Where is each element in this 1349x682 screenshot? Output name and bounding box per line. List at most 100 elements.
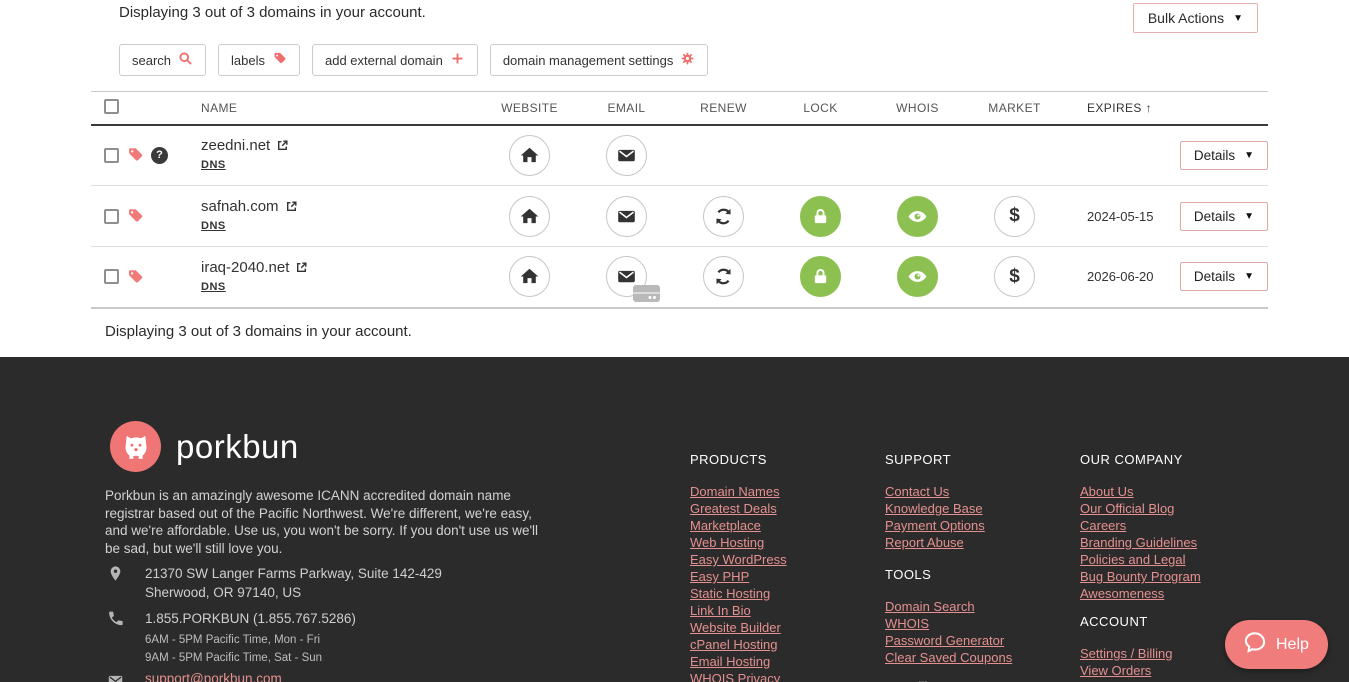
footer-link-awesomeness[interactable]: Awesomeness	[1080, 585, 1270, 602]
renew-refresh-icon[interactable]	[703, 196, 744, 237]
domain-management-page: Displaying 3 out of 3 domains in your ac…	[0, 0, 1349, 682]
column-header-email[interactable]: EMAIL	[578, 92, 675, 125]
gear-icon	[680, 51, 695, 69]
column-header-whois[interactable]: WHOIS	[869, 92, 966, 125]
label-tag-icon[interactable]	[126, 146, 144, 164]
footer-links-company: About UsOur Official BlogCareersBranding…	[1080, 483, 1270, 602]
bulk-actions-button[interactable]: Bulk Actions ▼	[1133, 3, 1258, 33]
footer-link-policies-and-legal[interactable]: Policies and Legal	[1080, 551, 1270, 568]
footer-link-password-generator[interactable]: Password Generator	[885, 632, 1075, 649]
details-button[interactable]: Details ▼	[1180, 202, 1268, 231]
market-dollar-icon[interactable]: $	[994, 196, 1035, 237]
footer-link-about-us[interactable]: About Us	[1080, 483, 1270, 500]
lock-icon[interactable]	[800, 256, 841, 297]
support-hours-weekday: 6AM - 5PM Pacific Time, Mon - Fri	[145, 631, 356, 649]
external-link-icon[interactable]	[295, 261, 308, 274]
porkbun-logo-icon[interactable]	[110, 421, 161, 472]
add-external-domain-button[interactable]: add external domain	[312, 44, 478, 76]
select-all-checkbox[interactable]	[104, 99, 119, 114]
footer-link-report-abuse[interactable]: Report Abuse	[885, 534, 1075, 551]
footer-link-domain-search[interactable]: Domain Search	[885, 598, 1075, 615]
footer-link-whois-privacy[interactable]: WHOIS Privacy	[690, 670, 880, 682]
search-icon	[178, 51, 193, 69]
footer-link-website-builder[interactable]: Website Builder	[690, 619, 880, 636]
website-home-icon[interactable]	[509, 196, 550, 237]
details-button[interactable]: Details ▼	[1180, 141, 1268, 170]
displaying-count-text: Displaying 3 out of 3 domains in your ac…	[119, 3, 426, 21]
footer-links-products: Domain NamesGreatest DealsMarketplaceWeb…	[690, 483, 880, 682]
dns-link[interactable]: DNS	[201, 159, 226, 171]
company-description: Porkbun is an amazingly awesome ICANN ac…	[105, 487, 550, 557]
support-email-link[interactable]: support@porkbun.com	[145, 671, 282, 682]
email-hosting-badge-icon	[633, 285, 660, 302]
email-envelope-icon[interactable]	[606, 135, 647, 176]
details-button[interactable]: Details ▼	[1180, 262, 1268, 291]
footer-link-cpanel-hosting[interactable]: cPanel Hosting	[690, 636, 880, 653]
market-dollar-icon[interactable]: $	[994, 256, 1035, 297]
domains-toolbar: search labels add external domain domain…	[119, 44, 1258, 76]
column-header-renew[interactable]: RENEW	[675, 92, 772, 125]
website-home-icon[interactable]	[509, 135, 550, 176]
footer-link-clear-saved-coupons[interactable]: Clear Saved Coupons	[885, 649, 1075, 666]
domain-name: safnah.com	[201, 198, 279, 215]
displaying-count-text-bottom: Displaying 3 out of 3 domains in your ac…	[105, 323, 1258, 340]
row-checkbox[interactable]	[104, 269, 119, 284]
labels-button[interactable]: labels	[218, 44, 300, 76]
row-checkbox[interactable]	[104, 209, 119, 224]
footer-link-branding-guidelines[interactable]: Branding Guidelines	[1080, 534, 1270, 551]
footer-link-link-in-bio[interactable]: Link In Bio	[690, 602, 880, 619]
domain-management-settings-button[interactable]: domain management settings	[490, 44, 709, 76]
chat-bubble-icon	[1242, 629, 1268, 660]
label-tag-icon[interactable]	[126, 207, 144, 225]
external-link-icon[interactable]	[276, 139, 289, 152]
footer-link-static-hosting[interactable]: Static Hosting	[690, 585, 880, 602]
footer-link-knowledge-base[interactable]: Knowledge Base	[885, 500, 1075, 517]
footer-heading-tools: TOOLS	[885, 567, 1075, 582]
column-header-market[interactable]: MARKET	[966, 92, 1063, 125]
settings-label: domain management settings	[503, 53, 674, 68]
renew-refresh-icon[interactable]	[703, 256, 744, 297]
website-home-icon[interactable]	[509, 256, 550, 297]
lock-icon[interactable]	[800, 196, 841, 237]
label-tag-icon[interactable]	[126, 268, 144, 286]
table-row-iraq-2040-net: iraq-2040.net DNS $ 2026-06-20 Details	[91, 247, 1268, 308]
footer-heading-support: SUPPORT	[885, 452, 1075, 467]
add-external-domain-label: add external domain	[325, 53, 443, 68]
chevron-down-icon: ▼	[1244, 271, 1254, 282]
footer-link-greatest-deals[interactable]: Greatest Deals	[690, 500, 880, 517]
details-label: Details	[1194, 209, 1235, 224]
row-checkbox[interactable]	[104, 148, 119, 163]
dns-link[interactable]: DNS	[201, 220, 226, 232]
footer-link-easy-php[interactable]: Easy PHP	[690, 568, 880, 585]
plus-icon	[450, 51, 465, 69]
footer-link-email-hosting[interactable]: Email Hosting	[690, 653, 880, 670]
search-button[interactable]: search	[119, 44, 206, 76]
email-envelope-icon[interactable]	[606, 196, 647, 237]
footer-link-web-hosting[interactable]: Web Hosting	[690, 534, 880, 551]
footer-link-careers[interactable]: Careers	[1080, 517, 1270, 534]
map-pin-icon	[107, 565, 124, 582]
footer-link-marketplace[interactable]: Marketplace	[690, 517, 880, 534]
footer-link-whois[interactable]: WHOIS	[885, 615, 1075, 632]
table-row-safnah-com: safnah.com DNS $ 2024-05-15 Details ▼	[91, 186, 1268, 247]
external-link-icon[interactable]	[285, 200, 298, 213]
footer-link-contact-us[interactable]: Contact Us	[885, 483, 1075, 500]
address-line-2: Sherwood, OR 97140, US	[145, 583, 442, 602]
column-header-website[interactable]: WEBSITE	[481, 92, 578, 125]
footer-link-our-official-blog[interactable]: Our Official Blog	[1080, 500, 1270, 517]
help-question-icon[interactable]: ?	[151, 147, 168, 164]
footer-link-bug-bounty-program[interactable]: Bug Bounty Program	[1080, 568, 1270, 585]
footer-link-payment-options[interactable]: Payment Options	[885, 517, 1075, 534]
whois-eye-icon[interactable]	[897, 256, 938, 297]
help-button[interactable]: Help	[1225, 620, 1328, 669]
dns-link[interactable]: DNS	[201, 281, 226, 293]
footer-link-easy-wordpress[interactable]: Easy WordPress	[690, 551, 880, 568]
phone-number: 1.855.PORKBUN (1.855.767.5286)	[145, 609, 356, 628]
chevron-down-icon: ▼	[1233, 13, 1243, 24]
column-header-expires[interactable]: EXPIRES ↑	[1063, 92, 1161, 125]
column-header-name[interactable]: NAME	[201, 92, 481, 125]
support-hours-weekend: 9AM - 5PM Pacific Time, Sat - Sun	[145, 649, 356, 667]
footer-link-domain-names[interactable]: Domain Names	[690, 483, 880, 500]
whois-eye-icon[interactable]	[897, 196, 938, 237]
column-header-lock[interactable]: LOCK	[772, 92, 869, 125]
